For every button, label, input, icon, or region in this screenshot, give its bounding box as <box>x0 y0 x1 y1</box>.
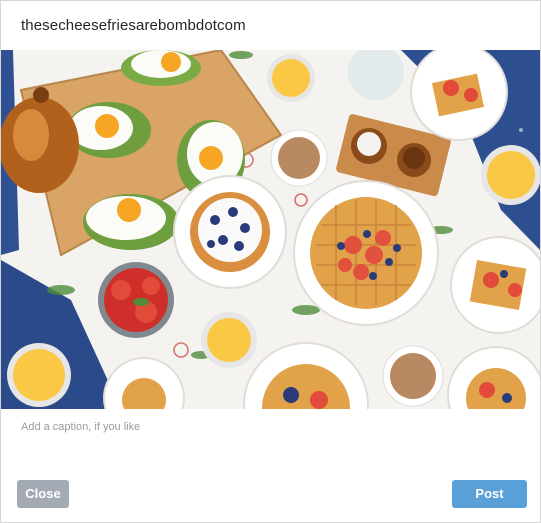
post-button[interactable]: Post <box>452 480 527 508</box>
dialog-header: thesecheesefriesarebombdotcom <box>1 1 540 50</box>
post-dialog: thesecheesefriesarebombdotcom Add a capt… <box>0 0 541 523</box>
toast-plate-top-right <box>410 50 508 141</box>
waffle-plate-right <box>450 236 540 334</box>
caption-input[interactable] <box>21 415 521 439</box>
close-button[interactable]: Close <box>17 480 69 508</box>
username: thesecheesefriesarebombdotcom <box>21 17 246 34</box>
pancake-plate <box>173 175 287 289</box>
breakfast-photo <box>1 50 540 409</box>
waffle-plate-center <box>293 180 439 326</box>
strawberry-bowl <box>98 262 174 338</box>
